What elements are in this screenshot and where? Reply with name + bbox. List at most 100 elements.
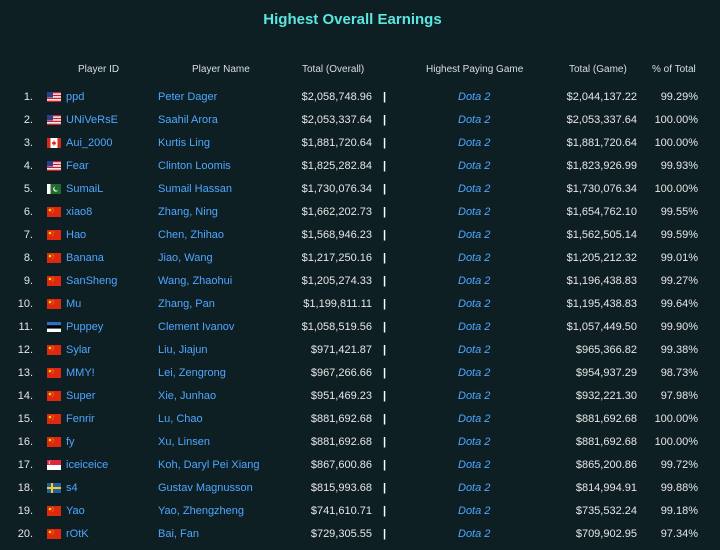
player-id-link[interactable]: xiao8 [66, 205, 92, 219]
total-overall-value: $881,692.68 [310, 436, 372, 448]
game-link[interactable]: Dota 2 [458, 251, 490, 265]
game-link[interactable]: Dota 2 [458, 90, 490, 104]
player-id-link[interactable]: rOtK [66, 527, 89, 541]
table-row: 8. Banana Jiao, Wang $1,217,250.16 | Dota 2 $1… [0, 251, 720, 274]
player-name-link[interactable]: Saahil Arora [158, 113, 218, 127]
player-id-link[interactable]: Fenrir [66, 412, 95, 426]
table-row: 11. Puppey Clement Ivanov $1,058,519.56 | Dot… [0, 320, 720, 343]
player-name-link[interactable]: Liu, Jiajun [158, 343, 208, 357]
player-id-link[interactable]: Super [66, 389, 95, 403]
player-name-link[interactable]: Kurtis Ling [158, 136, 210, 150]
player-name-link[interactable]: Wang, Zhaohui [158, 274, 232, 288]
pct-total-value: 97.98% [660, 390, 698, 402]
player-name-link[interactable]: Lu, Chao [158, 412, 203, 426]
game-link[interactable]: Dota 2 [458, 389, 490, 403]
country-flag-icon [47, 437, 61, 447]
player-id-link[interactable]: SanSheng [66, 274, 117, 288]
total-game-value: $1,823,926.99 [566, 160, 637, 172]
game-link[interactable]: Dota 2 [458, 228, 490, 242]
pct-total-value: 99.88% [660, 482, 698, 494]
player-id-link[interactable]: Aui_2000 [66, 136, 113, 150]
game-link[interactable]: Dota 2 [458, 136, 490, 150]
country-flag-icon [47, 299, 61, 309]
player-name-link[interactable]: Zhang, Ning [158, 205, 218, 219]
column-separator: | [383, 91, 387, 103]
player-id-link[interactable]: Yao [66, 504, 85, 518]
column-separator: | [383, 137, 387, 149]
player-id-link[interactable]: Puppey [66, 320, 103, 334]
game-link[interactable]: Dota 2 [458, 343, 490, 357]
total-game-value: $2,044,137.22 [566, 91, 637, 103]
player-id-link[interactable]: MMY! [66, 366, 95, 380]
rank-number: 18. [17, 482, 33, 494]
player-id-link[interactable]: Hao [66, 228, 86, 242]
player-id-link[interactable]: fy [66, 435, 75, 449]
column-separator: | [383, 160, 387, 172]
player-id-link[interactable]: Mu [66, 297, 81, 311]
table-row: 2. UNiVeRsE Saahil Arora $2,053,337.64 | Dota… [0, 113, 720, 136]
rank-number: 15. [17, 413, 33, 425]
column-separator: | [383, 528, 387, 540]
table-row: 3. Aui_2000 Kurtis Ling $1,881,720.64 | Dota … [0, 136, 720, 159]
player-name-link[interactable]: Gustav Magnusson [158, 481, 253, 495]
game-link[interactable]: Dota 2 [458, 435, 490, 449]
game-link[interactable]: Dota 2 [458, 274, 490, 288]
player-id-link[interactable]: s4 [66, 481, 78, 495]
country-flag-icon [47, 506, 61, 516]
player-id-link[interactable]: ppd [66, 90, 84, 104]
table-row: 20. rOtK Bai, Fan $729,305.55 | Dota 2 $709,90… [0, 527, 720, 550]
total-game-value: $965,366.82 [575, 344, 637, 356]
rank-number: 1. [23, 91, 33, 103]
total-overall-value: $881,692.68 [310, 413, 372, 425]
player-name-link[interactable]: Clinton Loomis [158, 159, 231, 173]
game-link[interactable]: Dota 2 [458, 527, 490, 541]
column-separator: | [383, 298, 387, 310]
total-overall-value: $2,053,337.64 [301, 114, 372, 126]
player-name-link[interactable]: Xu, Linsen [158, 435, 210, 449]
country-flag-icon [47, 115, 61, 125]
player-id-link[interactable]: Fear [66, 159, 89, 173]
game-link[interactable]: Dota 2 [458, 366, 490, 380]
total-game-value: $881,692.68 [575, 413, 637, 425]
player-name-link[interactable]: Sumail Hassan [158, 182, 232, 196]
game-link[interactable]: Dota 2 [458, 412, 490, 426]
game-link[interactable]: Dota 2 [458, 320, 490, 334]
player-name-link[interactable]: Jiao, Wang [158, 251, 213, 265]
header-total-overall: Total (Overall) [302, 64, 365, 75]
game-link[interactable]: Dota 2 [458, 458, 490, 472]
player-id-link[interactable]: iceiceice [66, 458, 108, 472]
column-separator: | [383, 206, 387, 218]
total-overall-value: $1,662,202.73 [301, 206, 372, 218]
player-name-link[interactable]: Lei, Zengrong [158, 366, 226, 380]
player-id-link[interactable]: UNiVeRsE [66, 113, 118, 127]
game-link[interactable]: Dota 2 [458, 113, 490, 127]
column-separator: | [383, 367, 387, 379]
total-overall-value: $1,205,274.33 [301, 275, 372, 287]
player-name-link[interactable]: Peter Dager [158, 90, 217, 104]
player-id-link[interactable]: SumaiL [66, 182, 103, 196]
game-link[interactable]: Dota 2 [458, 481, 490, 495]
total-overall-value: $729,305.55 [310, 528, 372, 540]
player-name-link[interactable]: Zhang, Pan [158, 297, 215, 311]
player-name-link[interactable]: Chen, Zhihao [158, 228, 224, 242]
player-name-link[interactable]: Clement Ivanov [158, 320, 234, 334]
total-overall-value: $2,058,748.96 [301, 91, 372, 103]
game-link[interactable]: Dota 2 [458, 159, 490, 173]
total-game-value: $954,937.29 [575, 367, 637, 379]
game-link[interactable]: Dota 2 [458, 504, 490, 518]
game-link[interactable]: Dota 2 [458, 205, 490, 219]
total-overall-value: $1,568,946.23 [301, 229, 372, 241]
player-id-link[interactable]: Banana [66, 251, 104, 265]
game-link[interactable]: Dota 2 [458, 182, 490, 196]
player-name-link[interactable]: Yao, Zhengzheng [158, 504, 244, 518]
player-name-link[interactable]: Koh, Daryl Pei Xiang [158, 458, 260, 472]
player-name-link[interactable]: Xie, Junhao [158, 389, 216, 403]
country-flag-icon [47, 207, 61, 217]
pct-total-value: 99.38% [660, 344, 698, 356]
column-separator: | [383, 390, 387, 402]
total-game-value: $1,196,438.83 [566, 275, 637, 287]
player-name-link[interactable]: Bai, Fan [158, 527, 199, 541]
game-link[interactable]: Dota 2 [458, 297, 490, 311]
player-id-link[interactable]: Sylar [66, 343, 91, 357]
total-game-value: $1,881,720.64 [566, 137, 637, 149]
